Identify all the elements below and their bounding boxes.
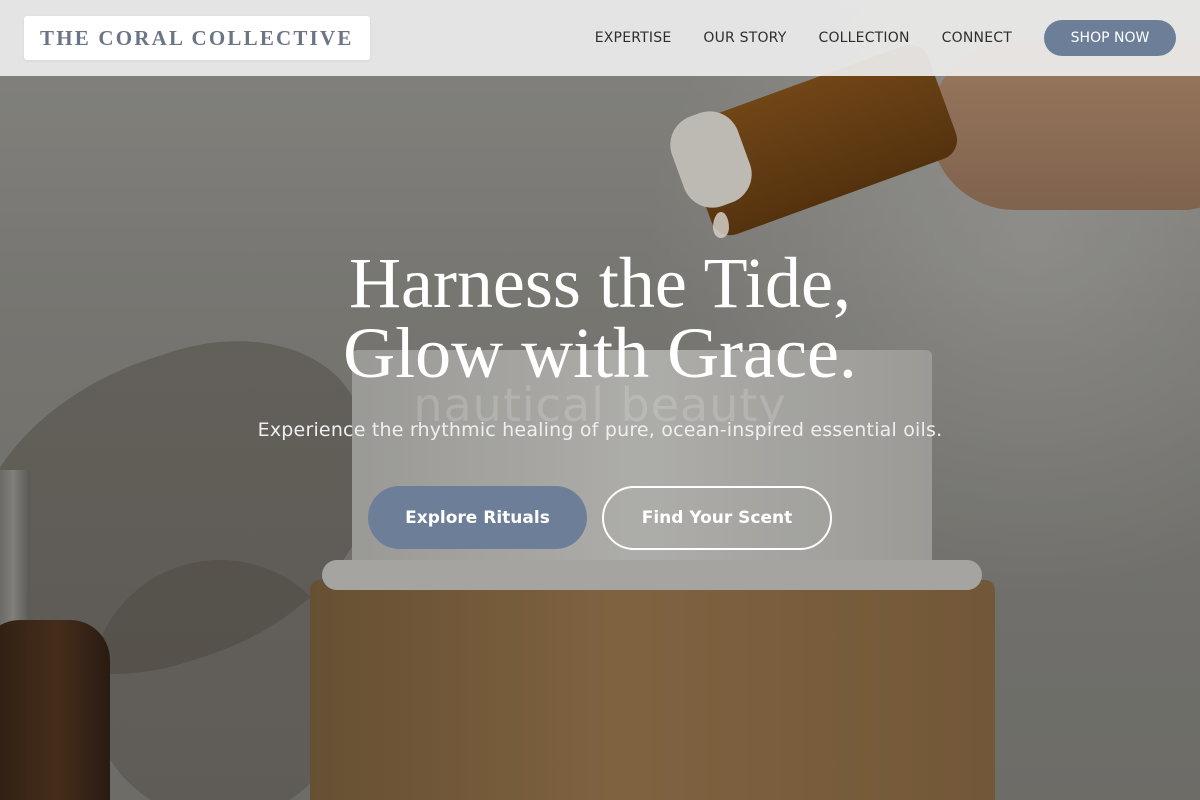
hero-subtitle: Experience the rhythmic healing of pure,… bbox=[257, 419, 943, 441]
nav-link-expertise[interactable]: EXPERTISE bbox=[595, 30, 672, 46]
hero-cta-row: Explore Rituals Find Your Scent bbox=[0, 486, 1200, 550]
hero-headline-line-1: Harness the Tide, bbox=[349, 243, 851, 323]
explore-rituals-button[interactable]: Explore Rituals bbox=[368, 486, 587, 549]
shop-now-button[interactable]: SHOP NOW bbox=[1044, 20, 1176, 56]
find-your-scent-button[interactable]: Find Your Scent bbox=[602, 486, 832, 550]
hero-headline-line-2: Glow with Grace. bbox=[343, 313, 857, 393]
nav-link-collection[interactable]: COLLECTION bbox=[818, 30, 909, 46]
brand-logo[interactable]: THE CORAL COLLECTIVE bbox=[24, 16, 370, 60]
hero-content: Harness the Tide, Glow with Grace. bbox=[0, 247, 1200, 389]
nav-link-our-story[interactable]: OUR STORY bbox=[703, 30, 786, 46]
hero-headline: Harness the Tide, Glow with Grace. bbox=[0, 247, 1200, 389]
main-nav: EXPERTISE OUR STORY COLLECTION CONNECT bbox=[595, 30, 1012, 46]
nav-link-connect[interactable]: CONNECT bbox=[942, 30, 1012, 46]
site-header: THE CORAL COLLECTIVE EXPERTISE OUR STORY… bbox=[0, 0, 1200, 76]
